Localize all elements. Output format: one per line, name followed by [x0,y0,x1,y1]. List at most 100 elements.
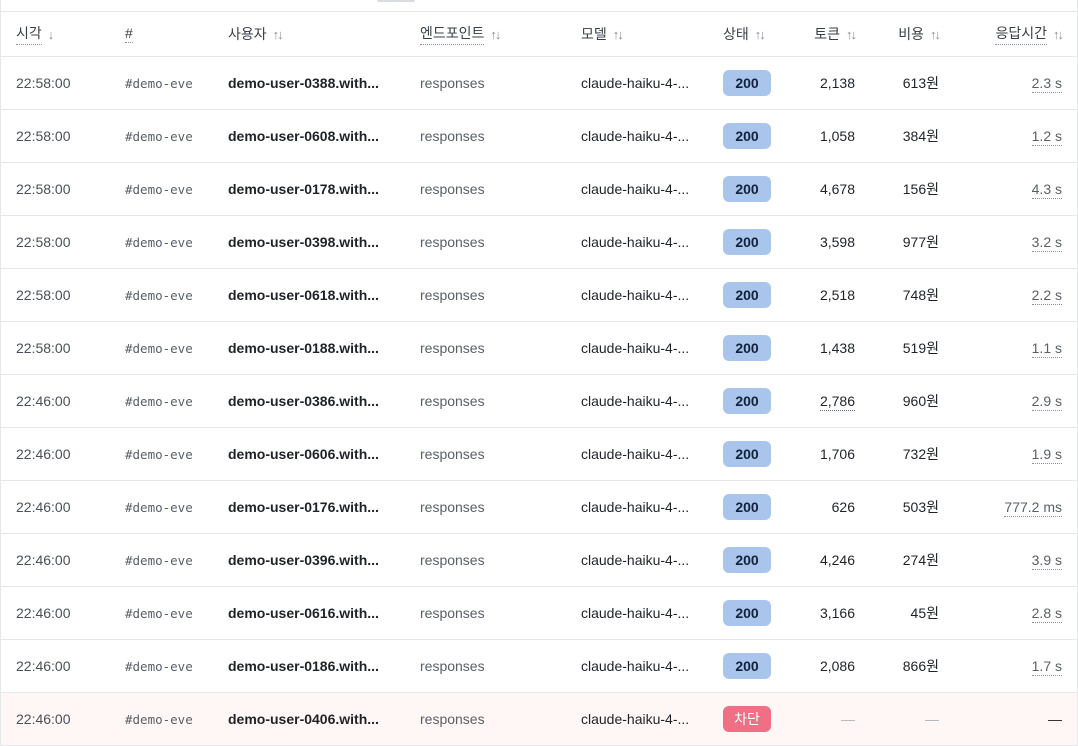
col-header-latency[interactable]: 응답시간 ↑↓ [947,12,1077,57]
request-id-text: #demo-eve [125,711,193,727]
status-badge: 200 [723,494,771,520]
cell-status: 차단 [710,692,786,746]
table-row[interactable]: 22:46:00 #demo-eve demo-user-0186.with... r… [1,639,1077,693]
table-row[interactable]: 22:46:00 #demo-eve demo-user-0176.with... r… [1,480,1077,534]
request-id-text: #demo-eve [125,658,193,674]
model-text: claude-haiku-4-... [581,552,690,568]
tokens-text: 4,246 [819,552,855,568]
endpoint-text: responses [420,552,485,568]
status-badge: 차단 [723,706,771,732]
time-text: 22:58:00 [16,340,71,356]
cell-user: demo-user-0406.with... [212,692,404,746]
table-row[interactable]: 22:58:00 #demo-eve demo-user-0398.with... r… [1,215,1077,269]
arrow-down-icon: ↓ [47,26,54,42]
table-row[interactable]: 22:46:00 #demo-eve demo-user-0396.with... r… [1,533,1077,587]
endpoint-text: responses [420,711,485,727]
endpoint-text: responses [420,181,485,197]
tokens-text: 3,598 [819,234,855,250]
table-row[interactable]: 22:58:00 #demo-eve demo-user-0188.with... r… [1,321,1077,375]
request-id-text: #demo-eve [125,340,193,356]
cell-id: #demo-eve [111,374,212,428]
tokens-text: — [841,711,855,727]
cell-endpoint: responses [404,268,565,322]
sort-icon: ↑↓ [1053,26,1064,42]
table-row[interactable]: 22:46:00 #demo-eve demo-user-0606.with... r… [1,427,1077,481]
table-row[interactable]: 22:58:00 #demo-eve demo-user-0608.with... r… [1,109,1077,163]
latency-text: 2.8 s [1031,605,1062,623]
cell-time: 22:58:00 [1,162,111,216]
cell-latency: 777.2 ms [947,480,1077,534]
cell-tokens: 4,246 [786,533,863,587]
cell-user: demo-user-0186.with... [212,639,404,693]
cell-latency: 1.7 s [947,639,1077,693]
user-text: demo-user-0386.with... [228,393,379,409]
cell-id: #demo-eve [111,162,212,216]
cell-cost: 274원 [863,533,947,587]
endpoint-text: responses [420,340,485,356]
tokens-text: 1,706 [819,446,855,462]
cell-user: demo-user-0618.with... [212,268,404,322]
tokens-text: 3,166 [819,605,855,621]
col-header-time[interactable]: 시각 ↓ [1,12,111,57]
cell-status: 200 [710,480,786,534]
cell-tokens: 4,678 [786,162,863,216]
endpoint-text: responses [420,393,485,409]
scroll-tab-handle[interactable] [377,0,415,2]
time-text: 22:58:00 [16,181,71,197]
table-body: 22:58:00 #demo-eve demo-user-0388.with... r… [1,56,1077,746]
model-text: claude-haiku-4-... [581,605,690,621]
model-text: claude-haiku-4-... [581,128,690,144]
cell-model: claude-haiku-4-... [565,374,710,428]
cell-status: 200 [710,586,786,640]
request-log-table: 시각 ↓ # 사용자 ↑↓ 엔드포인트 ↑↓ 모델 ↑↓ 상태 ↑↓ 토큰 ↑↓… [1,12,1077,746]
cost-text: 732원 [902,446,939,462]
status-badge: 200 [723,176,771,202]
cell-time: 22:46:00 [1,692,111,746]
cell-time: 22:58:00 [1,215,111,269]
model-text: claude-haiku-4-... [581,287,690,303]
col-header-endpoint[interactable]: 엔드포인트 ↑↓ [404,12,565,57]
cell-latency: — [947,692,1077,746]
cell-endpoint: responses [404,586,565,640]
cell-tokens: 2,086 [786,639,863,693]
table-row[interactable]: 22:58:00 #demo-eve demo-user-0388.with... r… [1,56,1077,110]
col-header-label: 상태 [723,26,749,42]
col-header-status[interactable]: 상태 ↑↓ [710,12,786,57]
cell-id: #demo-eve [111,321,212,375]
col-header-id[interactable]: # [111,12,212,57]
user-text: demo-user-0606.with... [228,446,379,462]
cell-cost: 977원 [863,215,947,269]
col-header-model[interactable]: 모델 ↑↓ [565,12,710,57]
cell-endpoint: responses [404,427,565,481]
cell-tokens: 1,706 [786,427,863,481]
time-text: 22:46:00 [16,552,71,568]
cost-text: 613원 [902,75,939,91]
user-text: demo-user-0398.with... [228,234,379,250]
cell-time: 22:58:00 [1,268,111,322]
table-row[interactable]: 22:58:00 #demo-eve demo-user-0618.with... r… [1,268,1077,322]
col-header-tokens[interactable]: 토큰 ↑↓ [786,12,863,57]
user-text: demo-user-0608.with... [228,128,379,144]
request-id-text: #demo-eve [125,446,193,462]
user-text: demo-user-0388.with... [228,75,379,91]
cost-text: 156원 [902,181,939,197]
table-row[interactable]: 22:46:00 #demo-eve demo-user-0616.with... r… [1,586,1077,640]
latency-text: 2.3 s [1031,75,1062,93]
model-text: claude-haiku-4-... [581,181,690,197]
cell-tokens: 626 [786,480,863,534]
cell-time: 22:58:00 [1,321,111,375]
latency-text: 1.9 s [1031,446,1062,464]
cell-time: 22:46:00 [1,533,111,587]
col-header-user[interactable]: 사용자 ↑↓ [212,12,404,57]
user-text: demo-user-0618.with... [228,287,379,303]
table-row[interactable]: 22:58:00 #demo-eve demo-user-0178.with... r… [1,162,1077,216]
table-row[interactable]: 22:46:00 #demo-eve demo-user-0406.with... r… [1,692,1077,746]
tokens-text: 2,138 [819,75,855,91]
user-text: demo-user-0616.with... [228,605,379,621]
model-text: claude-haiku-4-... [581,446,690,462]
table-row[interactable]: 22:46:00 #demo-eve demo-user-0386.with... r… [1,374,1077,428]
user-text: demo-user-0396.with... [228,552,379,568]
col-header-cost[interactable]: 비용 ↑↓ [863,12,947,57]
cell-tokens: 2,138 [786,56,863,110]
endpoint-text: responses [420,605,485,621]
